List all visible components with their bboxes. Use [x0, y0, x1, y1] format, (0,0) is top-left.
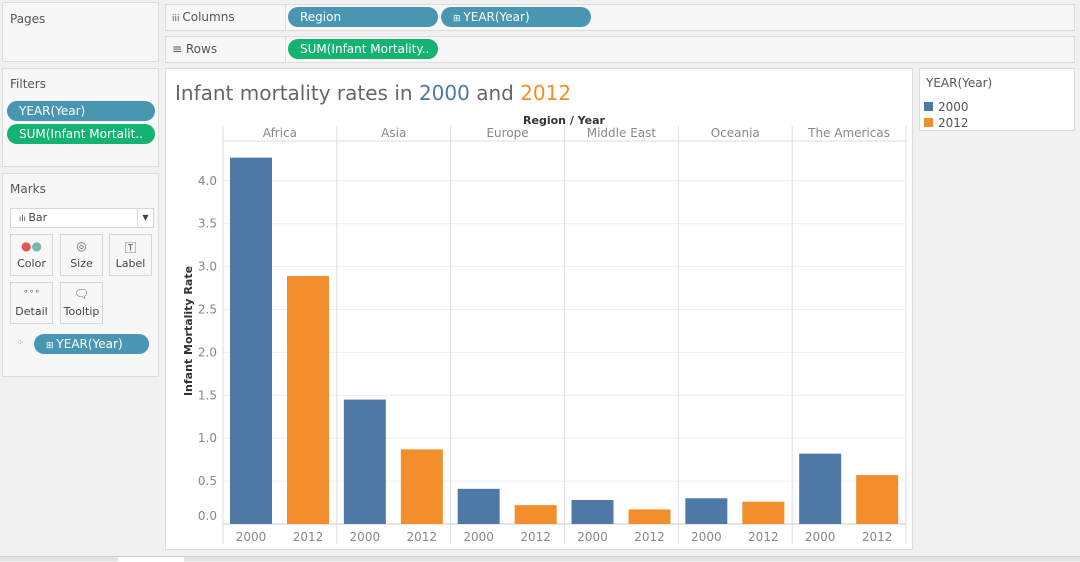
- y-tick-label: 2.0: [198, 345, 217, 359]
- columns-shelf-label: iii Columns: [166, 5, 286, 30]
- detail-button[interactable]: ∘∘∘ Detail: [10, 282, 53, 324]
- legend-item-2000[interactable]: 2000: [924, 100, 969, 114]
- size-button[interactable]: ◎ Size: [60, 234, 103, 276]
- bar-oceania-2000[interactable]: [685, 498, 728, 524]
- bar-the-americas-2000[interactable]: [799, 453, 842, 524]
- filters-label: Filters: [10, 77, 46, 91]
- y-tick-label: 0.0: [198, 509, 217, 523]
- region-header-oceania: Oceania: [711, 126, 760, 140]
- tooltip-button[interactable]: 🗨 Tooltip: [60, 282, 103, 324]
- expand-icon: ⊞: [453, 14, 464, 24]
- color-icon: ●●: [21, 239, 42, 253]
- pages-label: Pages: [10, 12, 46, 26]
- region-header-middle-east: Middle East: [587, 126, 657, 140]
- rows-shelf-label: ≡ Rows: [166, 37, 286, 62]
- year-label: 2012: [520, 530, 551, 544]
- year-label: 2000: [236, 530, 267, 544]
- sheet-tabs-bar: [0, 556, 1080, 562]
- year-label: 2000: [805, 530, 836, 544]
- filters-card: Filters YEAR(Year) SUM(Infant Mortalit..: [2, 68, 159, 167]
- marks-card: Marks ıIı Bar ▼ ●● Color ◎ Size 🅃 Label ∘∘∘…: [2, 173, 159, 377]
- sheet-tab[interactable]: [118, 557, 184, 562]
- bar-oceania-2012[interactable]: [742, 501, 785, 524]
- columns-icon: iii: [172, 14, 183, 24]
- columns-pill-year[interactable]: ⊞ YEAR(Year): [441, 7, 591, 27]
- year-label: 2012: [748, 530, 779, 544]
- columns-pill-region[interactable]: Region: [288, 7, 438, 27]
- bar-asia-2012[interactable]: [400, 449, 443, 524]
- y-tick-label: 3.5: [198, 217, 217, 231]
- rows-shelf[interactable]: ≡ Rows SUM(Infant Mortality..: [165, 36, 1075, 63]
- region-header-the-americas: The Americas: [807, 126, 890, 140]
- pages-card: Pages: [2, 2, 159, 62]
- columns-shelf[interactable]: iii Columns Region ⊞ YEAR(Year): [165, 4, 1075, 31]
- y-tick-label: 1.0: [198, 431, 217, 445]
- year-label: 2012: [293, 530, 324, 544]
- bar-europe-2000[interactable]: [457, 488, 500, 524]
- rows-pill-infant-mortality[interactable]: SUM(Infant Mortality..: [288, 39, 438, 59]
- legend-swatch-2012: [924, 118, 933, 127]
- bar-africa-2000[interactable]: [230, 157, 272, 524]
- mark-type-dropdown[interactable]: ıIı Bar ▼: [10, 208, 154, 228]
- bar-asia-2000[interactable]: [343, 399, 386, 524]
- year-label: 2012: [862, 530, 893, 544]
- bar-europe-2012[interactable]: [514, 505, 557, 524]
- legend-swatch-2000: [924, 102, 933, 111]
- color-button[interactable]: ●● Color: [10, 234, 53, 276]
- year-label: 2012: [634, 530, 665, 544]
- region-header-asia: Asia: [381, 126, 406, 140]
- region-header-africa: Africa: [263, 126, 297, 140]
- tooltip-icon: 🗨: [73, 287, 90, 301]
- bar-middle-east-2000[interactable]: [571, 499, 614, 524]
- bar-chart: 0.0 0.5 1.0 1.5 2.0 2.5 3.0 3.5 4.0 Infant Mortal…: [182, 114, 907, 544]
- detail-icon: ∘∘∘: [23, 287, 40, 297]
- label-icon: 🅃: [124, 241, 137, 255]
- y-tick-label: 4.0: [198, 174, 217, 188]
- marks-pill-year[interactable]: ⊞ YEAR(Year): [34, 334, 149, 354]
- year-label: 2000: [350, 530, 381, 544]
- bar-chart-icon: ıIı: [19, 214, 29, 223]
- bar-middle-east-2012[interactable]: [628, 509, 671, 524]
- y-tick-label: 0.5: [198, 474, 217, 488]
- legend-item-2012[interactable]: 2012: [924, 116, 969, 130]
- year-label: 2000: [691, 530, 722, 544]
- color-legend: YEAR(Year) 2000 2012: [919, 68, 1075, 131]
- bar-africa-2012[interactable]: [287, 276, 329, 524]
- year-label: 2000: [577, 530, 608, 544]
- rows-icon: ≡: [172, 42, 186, 56]
- y-tick-label: 3.0: [198, 260, 217, 274]
- size-icon: ◎: [76, 239, 87, 253]
- marks-label: Marks: [10, 182, 46, 196]
- chart-panel: Infant mortality rates in 2000 and 2012 …: [165, 68, 913, 550]
- color-encoding-icon: ⁘: [17, 338, 24, 347]
- y-tick-label: 2.5: [198, 303, 217, 317]
- region-header-europe: Europe: [486, 126, 528, 140]
- filter-pill-year[interactable]: YEAR(Year): [7, 101, 155, 121]
- y-tick-label: 1.5: [198, 388, 217, 402]
- year-label: 2000: [463, 530, 494, 544]
- legend-title: YEAR(Year): [926, 76, 993, 90]
- expand-icon: ⊞: [46, 341, 57, 351]
- chevron-down-icon: ▼: [137, 209, 153, 227]
- y-axis-title: Infant Mortality Rate: [182, 266, 195, 396]
- bar-the-americas-2012[interactable]: [856, 475, 899, 524]
- filter-pill-infant-mortality[interactable]: SUM(Infant Mortalit..: [7, 124, 155, 144]
- year-label: 2012: [407, 530, 438, 544]
- label-button[interactable]: 🅃 Label: [109, 234, 152, 276]
